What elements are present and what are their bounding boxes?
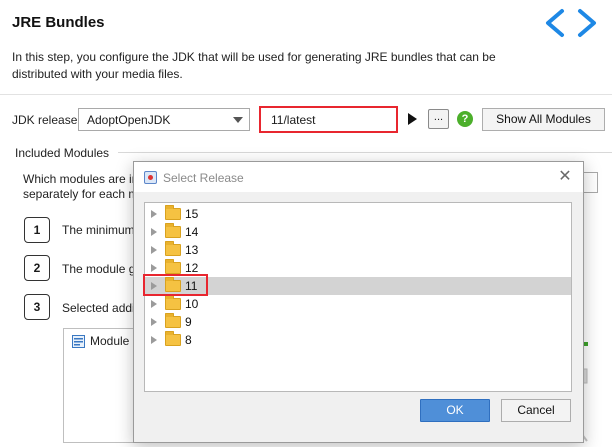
expand-arrow-icon[interactable] [151,318,157,326]
jdk-vendor-value: AdoptOpenJDK [87,113,171,127]
folder-icon [165,205,181,220]
tree-node-label: 15 [185,207,199,221]
tree-node-8[interactable]: 8 [145,331,571,349]
app-icon [144,171,157,184]
folder-icon [165,331,181,346]
folder-icon [165,241,181,256]
jdk-release-input[interactable]: 11/latest [259,106,398,133]
tree-node-label: 14 [185,225,199,239]
page-title: JRE Bundles [12,14,105,31]
play-icon[interactable] [405,111,419,127]
folder-icon [165,223,181,238]
jdk-vendor-select[interactable]: AdoptOpenJDK [78,108,250,131]
expand-arrow-icon[interactable] [151,246,157,254]
expand-arrow-icon[interactable] [151,300,157,308]
dialog-title: Select Release [163,171,244,185]
close-icon[interactable]: ✕ [556,168,574,186]
ok-button[interactable]: OK [420,399,490,422]
modules-question-line2: separately for each m [23,187,139,201]
folder-icon [165,313,181,328]
module-column-header: Module [90,334,130,348]
tree-node-15[interactable]: 15 [145,205,571,223]
step-text-3: Selected additi [62,301,141,315]
expand-arrow-icon[interactable] [151,228,157,236]
step-number-3: 3 [24,294,50,320]
select-release-button[interactable]: ... [428,109,449,129]
expand-arrow-icon[interactable] [151,336,157,344]
tree-node-14[interactable]: 14 [145,223,571,241]
search-field-edge[interactable] [584,172,598,193]
chevron-down-icon [233,117,243,123]
help-icon[interactable]: ? [457,111,473,127]
tree-node-label: 8 [185,333,192,347]
show-all-modules-button[interactable]: Show All Modules [482,108,605,131]
tree-node-10[interactable]: 10 [145,295,571,313]
select-release-dialog: Select Release ✕ 15 14 13 12 11 10 9 8 O… [133,161,584,443]
tree-node-label: 13 [185,243,199,257]
tree-node-label: 12 [185,261,199,275]
tree-node-label: 10 [185,297,199,311]
back-arrow-icon[interactable] [540,8,568,38]
selection-highlight [143,274,208,296]
included-modules-heading: Included Modules [15,146,110,160]
module-icon [72,335,85,348]
tree-node-11[interactable]: 11 [145,277,571,295]
folder-icon [165,295,181,310]
step-number-2: 2 [24,255,50,281]
page-description: In this step, you configure the JDK that… [12,50,496,81]
modules-question-line1: Which modules are in [23,172,139,186]
jdk-release-label: JDK release: [12,113,81,127]
expand-arrow-icon[interactable] [151,210,157,218]
cancel-button[interactable]: Cancel [501,399,571,422]
folder-icon [165,259,181,274]
tree-node-13[interactable]: 13 [145,241,571,259]
step-text-1: The minimum [62,223,135,237]
step-number-1: 1 [24,217,50,243]
expand-arrow-icon[interactable] [151,264,157,272]
modules-list[interactable]: Module [63,328,143,443]
step-text-2: The module g [62,262,136,276]
tree-node-12[interactable]: 12 [145,259,571,277]
tree-node-label: 9 [185,315,192,329]
release-tree[interactable]: 15 14 13 12 11 10 9 8 [144,202,572,392]
forward-arrow-icon[interactable] [574,8,602,38]
section-divider [118,152,612,153]
tree-node-9[interactable]: 9 [145,313,571,331]
